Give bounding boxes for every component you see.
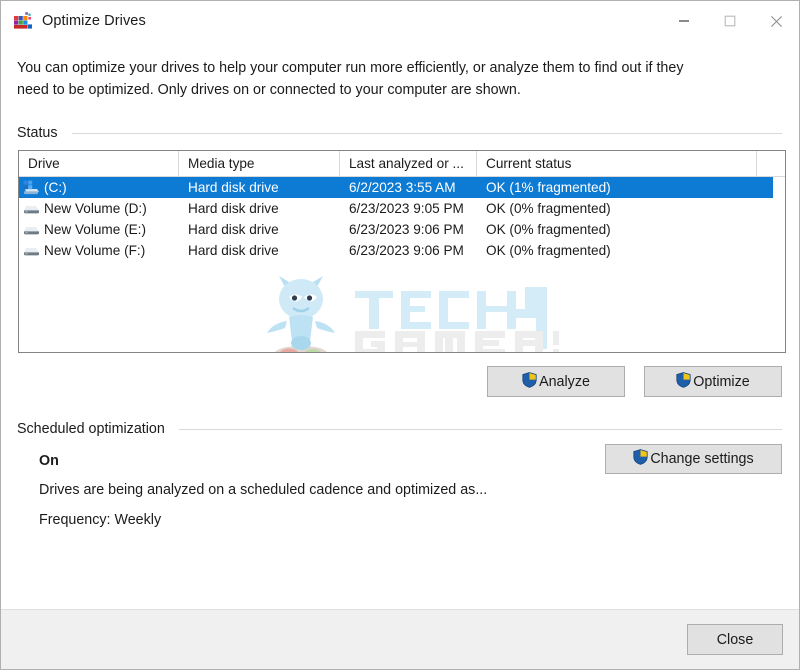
optimize-button-label: Optimize: [693, 373, 750, 390]
intro-text: You can optimize your drives to help you…: [17, 57, 747, 101]
cell-drive: New Volume (E:): [19, 222, 179, 237]
uac-shield-icon: [522, 371, 537, 392]
cell-current-status: OK (0% fragmented): [486, 222, 611, 237]
table-row[interactable]: New Volume (F:) Hard disk drive 6/23/202…: [19, 240, 785, 261]
title-bar: Optimize Drives: [1, 1, 799, 41]
hard-drive-icon: [23, 243, 40, 258]
watermark-tech-letters: [355, 291, 516, 329]
change-settings-label: Change settings: [650, 451, 754, 467]
cell-drive-label: New Volume (D:): [44, 201, 147, 216]
drive-list-rows: (C:) Hard disk drive 6/2/2023 3:55 AM OK…: [19, 177, 785, 261]
minimize-button[interactable]: [661, 1, 707, 41]
cell-media-type: Hard disk drive: [188, 222, 279, 237]
cell-media-type: Hard disk drive: [188, 180, 279, 195]
analyze-button-label: Analyze: [539, 373, 590, 390]
main-content: You can optimize your drives to help you…: [1, 41, 799, 609]
cell-last-analyzed: 6/2/2023 3:55 AM: [349, 180, 456, 195]
optimize-drives-window: Optimize Drives You can optimize your dr…: [0, 0, 800, 670]
cell-last-analyzed: 6/23/2023 9:06 PM: [349, 222, 464, 237]
drive-action-buttons: Analyze Optimize: [17, 366, 782, 397]
cell-current-status: OK (0% fragmented): [486, 201, 611, 216]
status-group-header: Status: [17, 125, 783, 141]
cell-drive-label: New Volume (E:): [44, 222, 146, 237]
drive-list-header: Drive Media type Last analyzed or ... Cu…: [19, 151, 785, 177]
cell-current-status: OK (0% fragmented): [486, 243, 611, 258]
change-settings-button[interactable]: Change settings: [605, 444, 782, 474]
scheduled-group-label: Scheduled optimization: [17, 421, 165, 437]
close-button[interactable]: [753, 1, 799, 41]
column-header-last-analyzed[interactable]: Last analyzed or ...: [340, 151, 477, 176]
cell-last-analyzed: 6/23/2023 9:06 PM: [349, 243, 464, 258]
column-header-drive[interactable]: Drive: [19, 151, 179, 176]
drive-list[interactable]: Drive Media type Last analyzed or ... Cu…: [18, 150, 786, 353]
column-header-current-status[interactable]: Current status: [477, 151, 757, 176]
maximize-button[interactable]: [707, 1, 753, 41]
hard-drive-icon: [23, 222, 40, 237]
analyze-button[interactable]: Analyze: [487, 366, 625, 397]
system-drive-icon: [23, 180, 40, 195]
watermark-digit-4: [507, 287, 547, 349]
dialog-footer: Close: [1, 609, 799, 669]
column-header-media-type[interactable]: Media type: [179, 151, 340, 176]
cell-drive: New Volume (D:): [19, 201, 179, 216]
intro-line-1: You can optimize your drives to help you…: [17, 60, 684, 76]
optimize-button[interactable]: Optimize: [644, 366, 782, 397]
uac-shield-icon: [633, 449, 648, 469]
cell-last-analyzed: 6/23/2023 9:05 PM: [349, 201, 464, 216]
scheduled-group-divider: [178, 428, 782, 430]
cell-drive-label: New Volume (F:): [44, 243, 146, 258]
cell-media-type: Hard disk drive: [188, 243, 279, 258]
scheduled-optimization-body: On Drives are being analyzed on a schedu…: [17, 444, 783, 528]
scheduled-group-header: Scheduled optimization: [17, 421, 783, 437]
schedule-description: Drives are being analyzed on a scheduled…: [39, 482, 488, 498]
table-row[interactable]: New Volume (E:) Hard disk drive 6/23/202…: [19, 219, 785, 240]
hard-drive-icon: [23, 201, 40, 216]
close-dialog-button[interactable]: Close: [687, 624, 783, 655]
window-title: Optimize Drives: [42, 13, 146, 29]
cell-drive-label: (C:): [44, 180, 67, 195]
status-group-label: Status: [17, 125, 58, 141]
table-row[interactable]: (C:) Hard disk drive 6/2/2023 3:55 AM OK…: [19, 177, 773, 198]
status-group-divider: [71, 132, 782, 134]
intro-line-2: need to be optimized. Only drives on or …: [17, 82, 521, 98]
cell-drive: (C:): [19, 180, 179, 195]
cell-drive: New Volume (F:): [19, 243, 179, 258]
table-row[interactable]: New Volume (D:) Hard disk drive 6/23/202…: [19, 198, 785, 219]
tech4gamers-watermark: [259, 273, 573, 352]
cell-current-status: OK (1% fragmented): [486, 180, 611, 195]
cell-media-type: Hard disk drive: [188, 201, 279, 216]
change-settings-wrap: Change settings: [605, 444, 782, 474]
schedule-frequency: Frequency: Weekly: [39, 512, 162, 528]
watermark-gamers-letters: [355, 331, 573, 352]
tech4gamers-mascot-icon: [267, 276, 335, 352]
defrag-blocks-icon: [13, 11, 33, 31]
caption-button-group: [661, 1, 799, 41]
uac-shield-icon: [676, 371, 691, 392]
